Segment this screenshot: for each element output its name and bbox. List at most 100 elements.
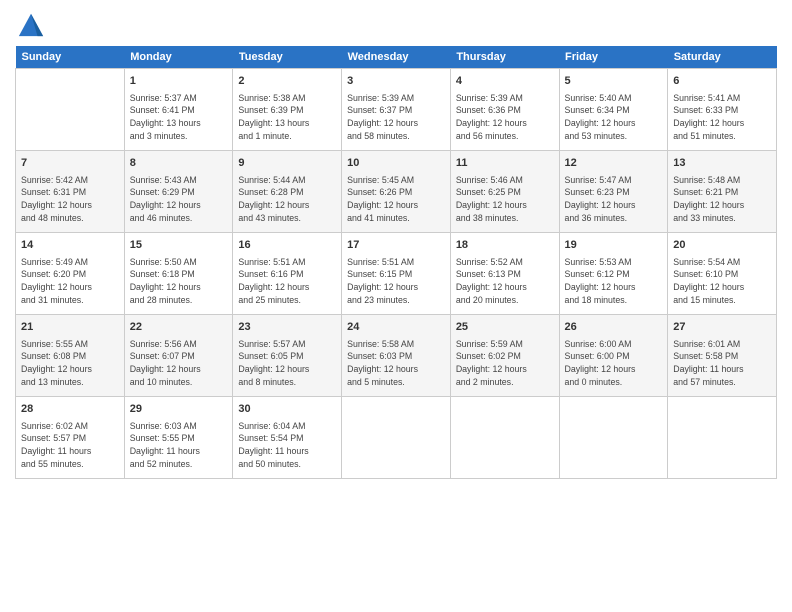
- calendar-table: SundayMondayTuesdayWednesdayThursdayFrid…: [15, 46, 777, 479]
- day-number: 25: [456, 319, 554, 336]
- calendar-cell: 16 Sunrise: 5:51 AM Sunset: 6:16 PM Dayli…: [233, 233, 342, 315]
- calendar-cell: 23 Sunrise: 5:57 AM Sunset: 6:05 PM Dayli…: [233, 315, 342, 397]
- calendar-cell: 8 Sunrise: 5:43 AM Sunset: 6:29 PM Daylig…: [124, 151, 233, 233]
- day-info: Sunrise: 5:55 AM Sunset: 6:08 PM Dayligh…: [21, 338, 119, 389]
- calendar-cell: 18Sunrise: 5:52 AM Sunset: 6:13 PM Dayli…: [450, 233, 559, 315]
- day-info: Sunrise: 5:46 AM Sunset: 6:25 PM Dayligh…: [456, 174, 554, 225]
- day-info: Sunrise: 6:01 AM Sunset: 5:58 PM Dayligh…: [673, 338, 771, 389]
- day-number: 30: [238, 401, 336, 418]
- calendar-cell: 11 Sunrise: 5:46 AM Sunset: 6:25 PM Dayli…: [450, 151, 559, 233]
- day-info: Sunrise: 6:03 AM Sunset: 5:55 PM Dayligh…: [130, 420, 228, 471]
- calendar-cell: 2 Sunrise: 5:38 AM Sunset: 6:39 PM Daylig…: [233, 69, 342, 151]
- calendar-cell: 22 Sunrise: 5:56 AM Sunset: 6:07 PM Dayli…: [124, 315, 233, 397]
- col-header-sunday: Sunday: [16, 46, 125, 69]
- calendar-cell: 6 Sunrise: 5:41 AM Sunset: 6:33 PM Daylig…: [668, 69, 777, 151]
- day-info: Sunrise: 5:43 AM Sunset: 6:29 PM Dayligh…: [130, 174, 228, 225]
- day-info: Sunrise: 5:56 AM Sunset: 6:07 PM Dayligh…: [130, 338, 228, 389]
- day-info: Sunrise: 5:42 AM Sunset: 6:31 PM Dayligh…: [21, 174, 119, 225]
- day-info: Sunrise: 5:45 AM Sunset: 6:26 PM Dayligh…: [347, 174, 445, 225]
- logo: [15, 10, 45, 38]
- week-row-4: 21 Sunrise: 5:55 AM Sunset: 6:08 PM Dayli…: [16, 315, 777, 397]
- calendar-cell: 14 Sunrise: 5:49 AM Sunset: 6:20 PM Dayli…: [16, 233, 125, 315]
- col-header-wednesday: Wednesday: [342, 46, 451, 69]
- week-row-2: 7 Sunrise: 5:42 AM Sunset: 6:31 PM Daylig…: [16, 151, 777, 233]
- day-number: 5: [565, 73, 663, 90]
- calendar-cell: 29 Sunrise: 6:03 AM Sunset: 5:55 PM Dayli…: [124, 397, 233, 479]
- calendar-cell: 30 Sunrise: 6:04 AM Sunset: 5:54 PM Dayli…: [233, 397, 342, 479]
- col-header-tuesday: Tuesday: [233, 46, 342, 69]
- calendar-cell: [342, 397, 451, 479]
- logo-icon: [17, 10, 45, 38]
- calendar-cell: 10Sunrise: 5:45 AM Sunset: 6:26 PM Dayli…: [342, 151, 451, 233]
- day-number: 6: [673, 73, 771, 90]
- day-number: 23: [238, 319, 336, 336]
- calendar-cell: 4 Sunrise: 5:39 AM Sunset: 6:36 PM Daylig…: [450, 69, 559, 151]
- col-header-thursday: Thursday: [450, 46, 559, 69]
- day-info: Sunrise: 5:52 AM Sunset: 6:13 PM Dayligh…: [456, 256, 554, 307]
- header: [15, 10, 777, 38]
- day-info: Sunrise: 5:47 AM Sunset: 6:23 PM Dayligh…: [565, 174, 663, 225]
- calendar-cell: 25 Sunrise: 5:59 AM Sunset: 6:02 PM Dayli…: [450, 315, 559, 397]
- calendar-cell: 24Sunrise: 5:58 AM Sunset: 6:03 PM Dayli…: [342, 315, 451, 397]
- day-number: 16: [238, 237, 336, 254]
- day-info: Sunrise: 5:37 AM Sunset: 6:41 PM Dayligh…: [130, 92, 228, 143]
- day-number: 13: [673, 155, 771, 172]
- day-number: 14: [21, 237, 119, 254]
- day-info: Sunrise: 5:44 AM Sunset: 6:28 PM Dayligh…: [238, 174, 336, 225]
- day-info: Sunrise: 5:51 AM Sunset: 6:16 PM Dayligh…: [238, 256, 336, 307]
- day-info: Sunrise: 5:57 AM Sunset: 6:05 PM Dayligh…: [238, 338, 336, 389]
- day-number: 7: [21, 155, 119, 172]
- day-number: 2: [238, 73, 336, 90]
- day-number: 9: [238, 155, 336, 172]
- day-number: 19: [565, 237, 663, 254]
- col-header-monday: Monday: [124, 46, 233, 69]
- day-info: Sunrise: 6:02 AM Sunset: 5:57 PM Dayligh…: [21, 420, 119, 471]
- day-info: Sunrise: 5:54 AM Sunset: 6:10 PM Dayligh…: [673, 256, 771, 307]
- day-number: 3: [347, 73, 445, 90]
- calendar-cell: 12 Sunrise: 5:47 AM Sunset: 6:23 PM Dayli…: [559, 151, 668, 233]
- day-number: 8: [130, 155, 228, 172]
- day-number: 15: [130, 237, 228, 254]
- day-info: Sunrise: 5:58 AM Sunset: 6:03 PM Dayligh…: [347, 338, 445, 389]
- day-info: Sunrise: 6:04 AM Sunset: 5:54 PM Dayligh…: [238, 420, 336, 471]
- day-number: 29: [130, 401, 228, 418]
- calendar-cell: 15 Sunrise: 5:50 AM Sunset: 6:18 PM Dayli…: [124, 233, 233, 315]
- day-info: Sunrise: 5:50 AM Sunset: 6:18 PM Dayligh…: [130, 256, 228, 307]
- day-number: 28: [21, 401, 119, 418]
- day-info: Sunrise: 5:59 AM Sunset: 6:02 PM Dayligh…: [456, 338, 554, 389]
- day-info: Sunrise: 5:49 AM Sunset: 6:20 PM Dayligh…: [21, 256, 119, 307]
- day-info: Sunrise: 5:39 AM Sunset: 6:36 PM Dayligh…: [456, 92, 554, 143]
- day-info: Sunrise: 5:38 AM Sunset: 6:39 PM Dayligh…: [238, 92, 336, 143]
- week-row-1: 1 Sunrise: 5:37 AM Sunset: 6:41 PM Daylig…: [16, 69, 777, 151]
- day-number: 20: [673, 237, 771, 254]
- day-number: 11: [456, 155, 554, 172]
- day-number: 27: [673, 319, 771, 336]
- day-number: 1: [130, 73, 228, 90]
- calendar-cell: [559, 397, 668, 479]
- calendar-cell: 1 Sunrise: 5:37 AM Sunset: 6:41 PM Daylig…: [124, 69, 233, 151]
- calendar-cell: 17Sunrise: 5:51 AM Sunset: 6:15 PM Dayli…: [342, 233, 451, 315]
- week-row-5: 28 Sunrise: 6:02 AM Sunset: 5:57 PM Dayli…: [16, 397, 777, 479]
- calendar-cell: [16, 69, 125, 151]
- calendar-cell: [668, 397, 777, 479]
- day-info: Sunrise: 5:41 AM Sunset: 6:33 PM Dayligh…: [673, 92, 771, 143]
- day-info: Sunrise: 5:51 AM Sunset: 6:15 PM Dayligh…: [347, 256, 445, 307]
- day-number: 21: [21, 319, 119, 336]
- day-info: Sunrise: 5:39 AM Sunset: 6:37 PM Dayligh…: [347, 92, 445, 143]
- day-number: 22: [130, 319, 228, 336]
- calendar-cell: 7 Sunrise: 5:42 AM Sunset: 6:31 PM Daylig…: [16, 151, 125, 233]
- calendar-cell: 19Sunrise: 5:53 AM Sunset: 6:12 PM Dayli…: [559, 233, 668, 315]
- calendar-cell: 5Sunrise: 5:40 AM Sunset: 6:34 PM Daylig…: [559, 69, 668, 151]
- day-number: 26: [565, 319, 663, 336]
- col-header-saturday: Saturday: [668, 46, 777, 69]
- day-number: 4: [456, 73, 554, 90]
- day-number: 12: [565, 155, 663, 172]
- day-info: Sunrise: 5:48 AM Sunset: 6:21 PM Dayligh…: [673, 174, 771, 225]
- day-info: Sunrise: 6:00 AM Sunset: 6:00 PM Dayligh…: [565, 338, 663, 389]
- calendar-cell: 26 Sunrise: 6:00 AM Sunset: 6:00 PM Dayli…: [559, 315, 668, 397]
- calendar-cell: 9 Sunrise: 5:44 AM Sunset: 6:28 PM Daylig…: [233, 151, 342, 233]
- calendar-cell: 3 Sunrise: 5:39 AM Sunset: 6:37 PM Daylig…: [342, 69, 451, 151]
- calendar-cell: 21 Sunrise: 5:55 AM Sunset: 6:08 PM Dayli…: [16, 315, 125, 397]
- calendar-cell: 28 Sunrise: 6:02 AM Sunset: 5:57 PM Dayli…: [16, 397, 125, 479]
- calendar-cell: 20 Sunrise: 5:54 AM Sunset: 6:10 PM Dayli…: [668, 233, 777, 315]
